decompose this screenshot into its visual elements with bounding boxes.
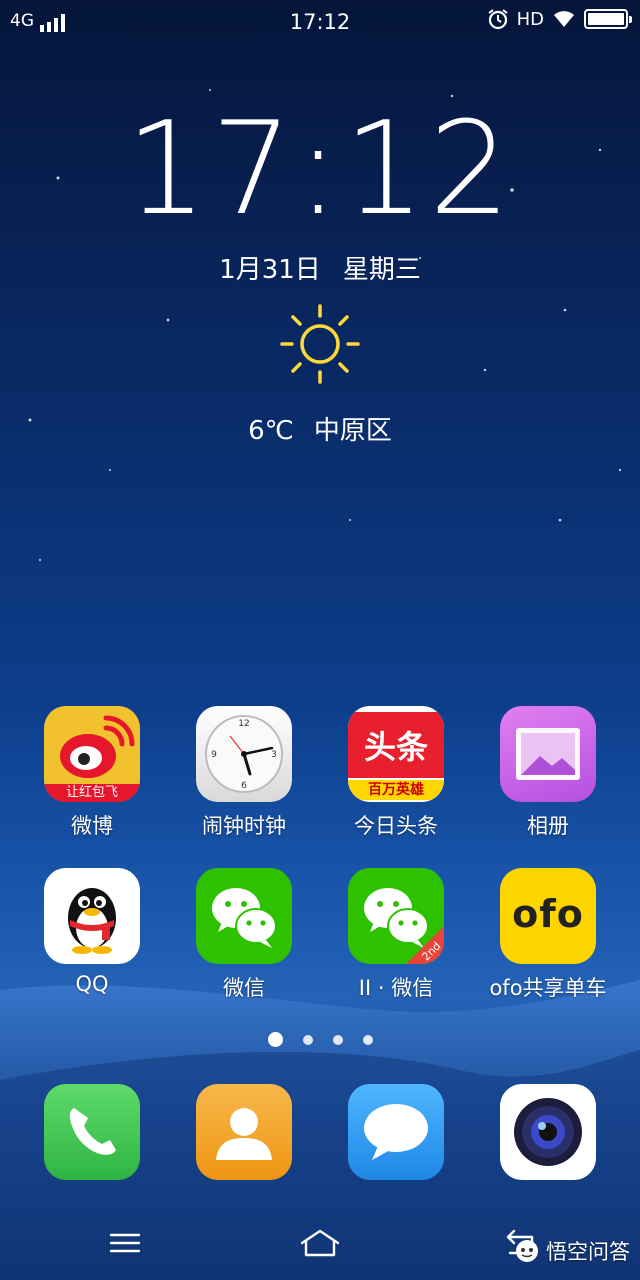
- app-toutiao[interactable]: 头条 百万英雄 今日头条: [321, 706, 471, 840]
- page-dot[interactable]: [302, 1034, 313, 1045]
- battery-icon: [584, 9, 632, 29]
- app-label: 微信: [223, 976, 265, 1000]
- navigation-bar: 悟空问答: [0, 1205, 640, 1280]
- wechat-clone-icon: 2nd: [348, 868, 444, 964]
- toutiao-logo: 头条: [348, 712, 444, 778]
- gallery-icon: [500, 706, 596, 802]
- app-label: 闹钟时钟: [202, 814, 286, 838]
- app-gallery[interactable]: 相册: [473, 706, 623, 840]
- battery-level: [588, 13, 624, 25]
- clock-widget-time[interactable]: 17:12: [0, 100, 640, 240]
- clock-widget-date[interactable]: 1月31日 星期三: [0, 249, 640, 286]
- svg-text:12: 12: [238, 719, 249, 729]
- dock-camera[interactable]: [473, 1084, 623, 1180]
- messages-icon: [348, 1084, 444, 1180]
- sun-icon[interactable]: [278, 302, 362, 386]
- camera-icon: [500, 1084, 596, 1180]
- dock-contacts[interactable]: [169, 1084, 319, 1180]
- status-icons: HD: [487, 8, 632, 30]
- weather-info[interactable]: 6℃ 中原区: [0, 410, 640, 447]
- page-dot[interactable]: [332, 1034, 343, 1045]
- app-wechat[interactable]: 微信: [169, 868, 319, 1002]
- toutiao-banner: 百万英雄: [348, 780, 444, 800]
- watermark-text: 悟空问答: [546, 1240, 630, 1264]
- svg-text:6: 6: [241, 781, 247, 791]
- location: 中原区: [313, 416, 392, 446]
- clock-icon: 12 3 6 9: [196, 706, 292, 802]
- alarm-icon: [487, 9, 508, 30]
- page-dot[interactable]: [267, 1032, 283, 1047]
- wukong-watermark: 悟空问答: [514, 1236, 630, 1266]
- ofo-icon: ofo: [500, 868, 596, 964]
- dock-phone[interactable]: [17, 1084, 167, 1180]
- wifi-icon: [554, 11, 574, 27]
- weekday-text: 星期三: [342, 255, 421, 285]
- status-bar: 4G 17:12 HD: [0, 0, 640, 44]
- app-label: QQ: [75, 972, 109, 996]
- temperature: 6℃: [248, 416, 294, 446]
- page-dot[interactable]: [362, 1034, 373, 1045]
- weibo-icon: 让红包飞: [44, 706, 140, 802]
- app-label: 今日头条: [354, 814, 438, 838]
- menu-icon[interactable]: [101, 1223, 149, 1263]
- toutiao-icon: 头条 百万英雄: [348, 706, 444, 802]
- ofo-logo: ofo: [512, 892, 584, 936]
- date-text: 1月31日: [219, 255, 321, 285]
- app-label: ofo共享单车: [489, 976, 607, 1000]
- wukong-logo-icon: [516, 1240, 538, 1262]
- app-ofo[interactable]: ofo ofo共享单车: [473, 868, 623, 1002]
- page-indicator[interactable]: [0, 1032, 640, 1047]
- app-label: II · 微信: [358, 976, 434, 1000]
- app-wechat-clone[interactable]: 2nd II · 微信: [321, 868, 471, 1002]
- app-qq[interactable]: QQ: [17, 868, 167, 996]
- dock-messages[interactable]: [321, 1084, 471, 1180]
- weibo-banner: 让红包飞: [65, 785, 118, 800]
- qq-penguin-icon: [44, 868, 140, 964]
- app-label: 相册: [527, 814, 569, 838]
- app-label: 微博: [71, 814, 113, 838]
- wechat-icon: [196, 868, 292, 964]
- svg-text:9: 9: [211, 750, 217, 760]
- app-clock[interactable]: 12 3 6 9 闹钟时钟: [169, 706, 319, 840]
- home-icon[interactable]: [296, 1223, 344, 1263]
- app-weibo[interactable]: 让红包飞 微博: [17, 706, 167, 840]
- contacts-icon: [196, 1084, 292, 1180]
- hd-indicator: HD: [516, 8, 544, 30]
- svg-text:3: 3: [271, 750, 277, 760]
- phone-icon: [44, 1084, 140, 1180]
